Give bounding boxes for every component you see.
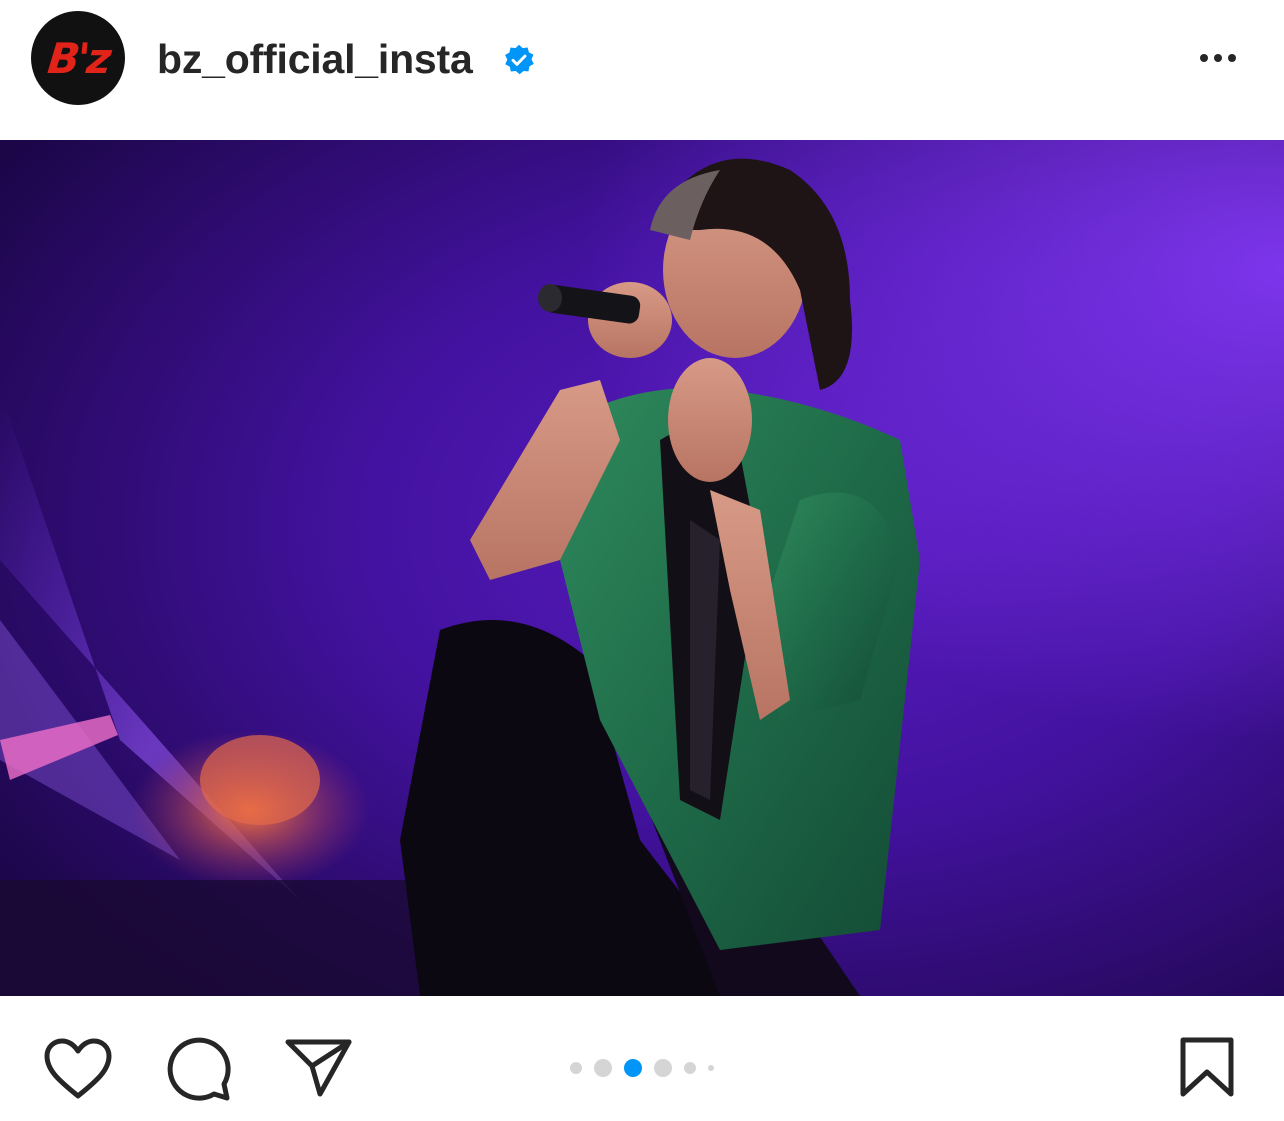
- verified-badge-icon: [505, 44, 534, 75]
- more-options-icon[interactable]: [1190, 40, 1246, 76]
- carousel-dot: [684, 1062, 696, 1074]
- bookmark-icon[interactable]: [1178, 1036, 1236, 1098]
- carousel-dot: [654, 1059, 672, 1077]
- post-image[interactable]: [0, 140, 1284, 996]
- more-dot: [1200, 54, 1208, 62]
- comment-icon[interactable]: [165, 1036, 233, 1102]
- carousel-dot: [570, 1062, 582, 1074]
- username-link[interactable]: bz_official_insta: [157, 35, 473, 83]
- carousel-dot: [594, 1059, 612, 1077]
- more-dot: [1228, 54, 1236, 62]
- carousel-dot: [708, 1065, 714, 1071]
- post-header: B'z bz_official_insta: [0, 0, 1284, 140]
- heart-icon[interactable]: [43, 1038, 113, 1100]
- more-dot: [1214, 54, 1222, 62]
- carousel-dot-active: [624, 1059, 642, 1077]
- avatar-logo: B'z: [45, 33, 111, 83]
- carousel-indicator: [570, 1058, 714, 1078]
- send-icon[interactable]: [284, 1036, 354, 1098]
- concert-photo: [0, 140, 1284, 996]
- profile-avatar[interactable]: B'z: [31, 11, 125, 105]
